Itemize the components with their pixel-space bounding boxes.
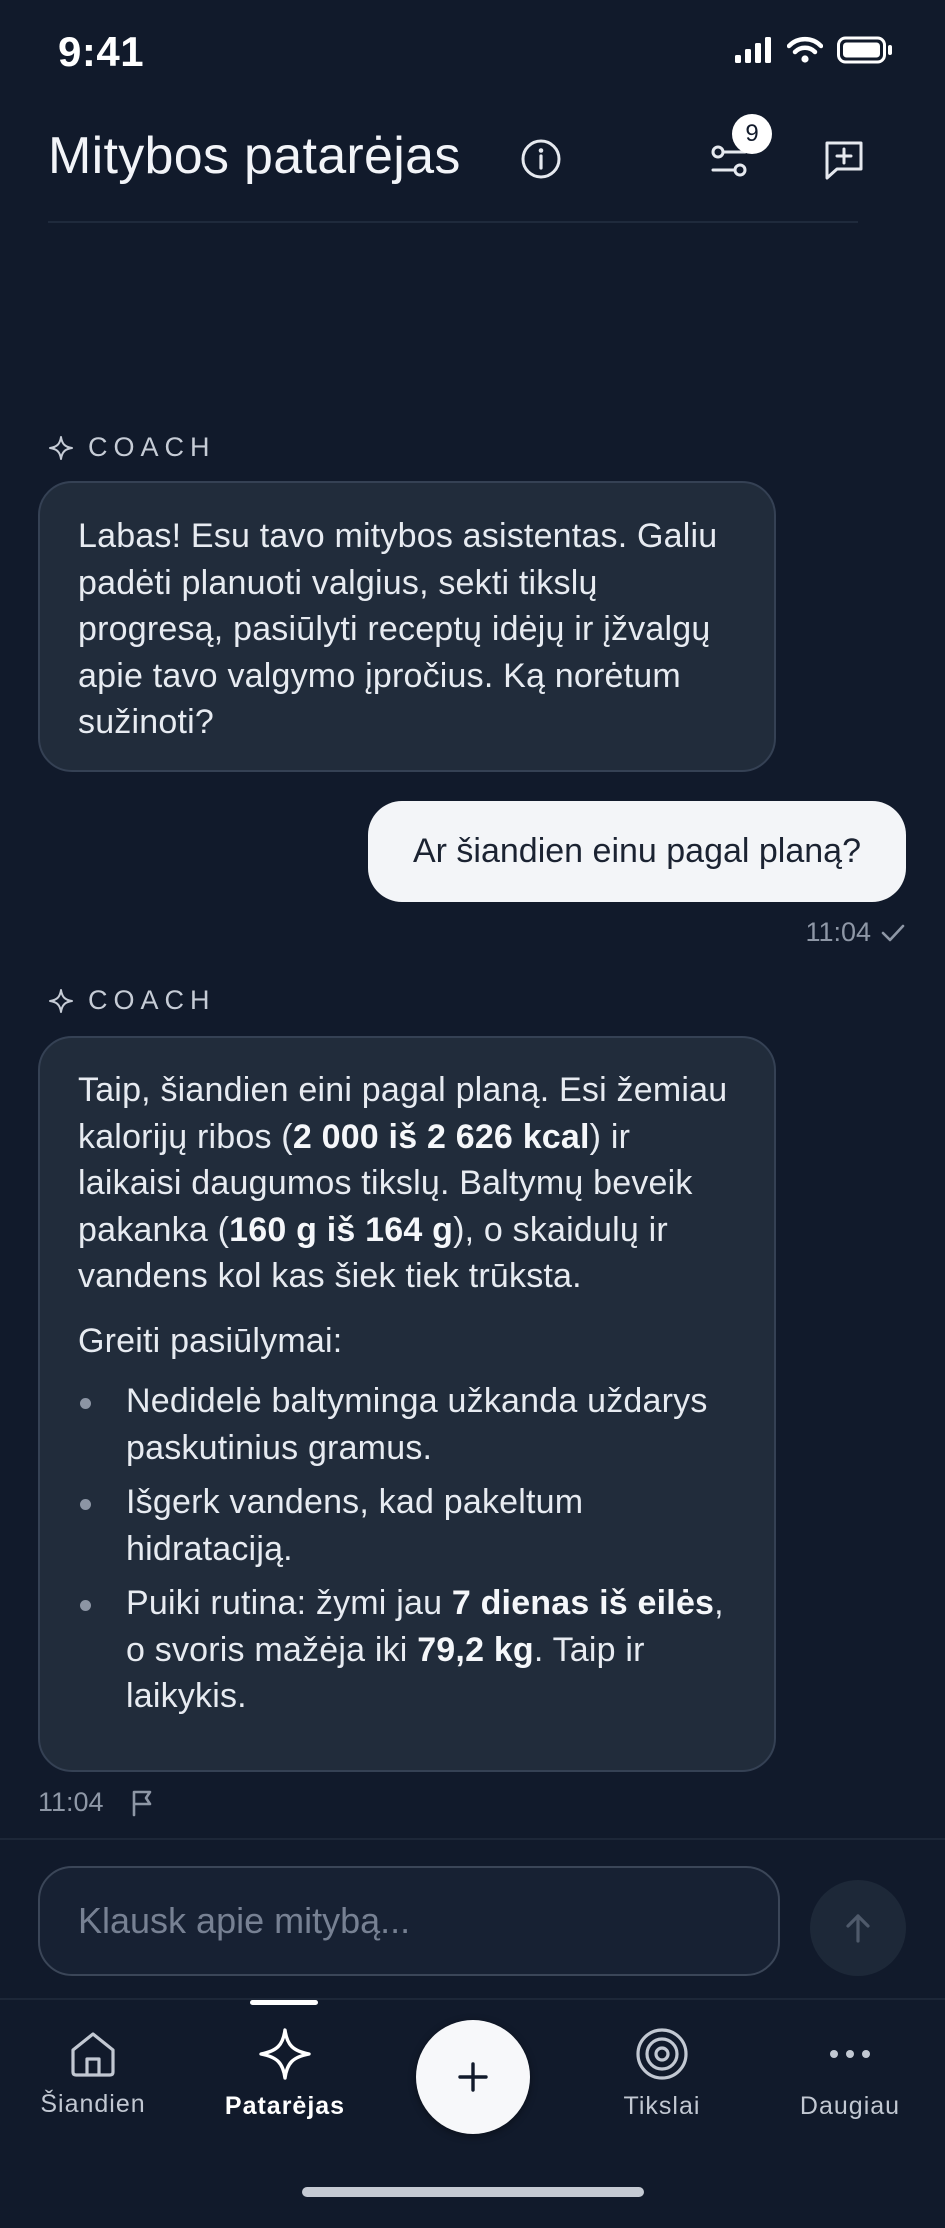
nav-label: Daugiau bbox=[799, 2092, 901, 2120]
streak-value: 7 dienas iš eilės bbox=[451, 1584, 715, 1622]
nav-label: Šiandien bbox=[40, 2090, 146, 2118]
coach-message-bubble: Taip, šiandien eini pagal planą. Esi žem… bbox=[38, 1036, 776, 1772]
page-title: Mitybos patarėjas bbox=[48, 127, 461, 185]
coach-message-meta: 11:04 bbox=[38, 1787, 156, 1818]
status-icons bbox=[735, 36, 893, 64]
user-message-bubble: Ar šiandien einu pagal planą? bbox=[368, 801, 906, 902]
weight-value: 79,2 kg bbox=[417, 1630, 534, 1669]
home-icon bbox=[71, 2032, 115, 2077]
tips-heading: Greiti pasiūlymai: bbox=[78, 1321, 343, 1360]
tip-item: Išgerk vandens, kad pakeltum hidrataciją… bbox=[78, 1479, 738, 1572]
wifi-icon bbox=[787, 36, 823, 63]
nav-item-today[interactable]: Šiandien bbox=[38, 2028, 148, 2119]
new-chat-button[interactable] bbox=[818, 134, 870, 186]
coach-message-text: Labas! Esu tavo mitybos asistentas. Gali… bbox=[78, 517, 718, 741]
header-divider bbox=[48, 221, 858, 223]
status-time: 9:41 bbox=[58, 28, 145, 75]
checkmark-icon bbox=[881, 924, 905, 941]
coach-message-bubble: Labas! Esu tavo mitybos asistentas. Gali… bbox=[38, 481, 776, 772]
nav-label: Tikslai bbox=[623, 2092, 701, 2120]
user-message-text: Ar šiandien einu pagal planą? bbox=[412, 832, 861, 870]
cellular-signal-icon bbox=[735, 37, 771, 63]
home-indicator bbox=[302, 2187, 644, 2197]
protein-value: 160 g iš 164 g bbox=[229, 1210, 454, 1249]
nav-label: Patarėjas bbox=[224, 2092, 346, 2120]
coach-label-text: COACH bbox=[88, 432, 216, 462]
coach-label: COACH bbox=[48, 432, 216, 463]
nav-active-indicator bbox=[250, 2000, 318, 2005]
sparkle-icon bbox=[49, 988, 73, 1013]
battery-icon bbox=[837, 36, 892, 64]
message-input[interactable]: Klausk apie mitybą... bbox=[38, 1866, 780, 1976]
target-icon bbox=[636, 2028, 688, 2080]
composer-divider bbox=[0, 1838, 945, 1840]
tip-item: Nedidelė baltyminga užkanda uždarys pask… bbox=[78, 1378, 738, 1471]
message-time: 11:04 bbox=[805, 917, 871, 947]
nav-item-more[interactable]: Daugiau bbox=[790, 2026, 910, 2121]
more-icon bbox=[830, 2050, 870, 2058]
message-time: 11:04 bbox=[38, 1787, 104, 1817]
user-message-meta: 11:04 bbox=[805, 917, 905, 948]
new-chat-icon bbox=[825, 141, 863, 180]
nav-item-goals[interactable]: Tikslai bbox=[607, 2026, 717, 2121]
info-button[interactable] bbox=[518, 136, 564, 182]
sparkle-icon bbox=[49, 435, 73, 460]
info-icon bbox=[521, 139, 561, 179]
coach-label: COACH bbox=[48, 985, 216, 1016]
coach-message-intro: Taip, šiandien eini pagal planą. Esi žem… bbox=[78, 1067, 738, 1300]
text-run: Puiki rutina: žymi jau bbox=[126, 1584, 452, 1622]
arrow-up-icon bbox=[846, 1914, 870, 1943]
filter-count-badge: 9 bbox=[732, 114, 772, 154]
tip-item: Puiki rutina: žymi jau 7 dienas iš eilės… bbox=[78, 1580, 738, 1720]
nav-item-coach[interactable]: Patarėjas bbox=[220, 2026, 350, 2121]
tips-list: Nedidelė baltyminga užkanda uždarys pask… bbox=[78, 1378, 738, 1720]
add-button[interactable] bbox=[416, 2020, 530, 2134]
calories-value: 2 000 iš 2 626 kcal bbox=[292, 1117, 590, 1156]
sparkle-icon bbox=[259, 2028, 311, 2080]
plus-icon bbox=[458, 2062, 488, 2092]
send-button[interactable] bbox=[810, 1880, 906, 1976]
report-button[interactable] bbox=[130, 1789, 156, 1817]
coach-label-text: COACH bbox=[88, 985, 216, 1015]
flag-icon bbox=[132, 1790, 151, 1816]
nav-divider bbox=[0, 1998, 945, 2000]
